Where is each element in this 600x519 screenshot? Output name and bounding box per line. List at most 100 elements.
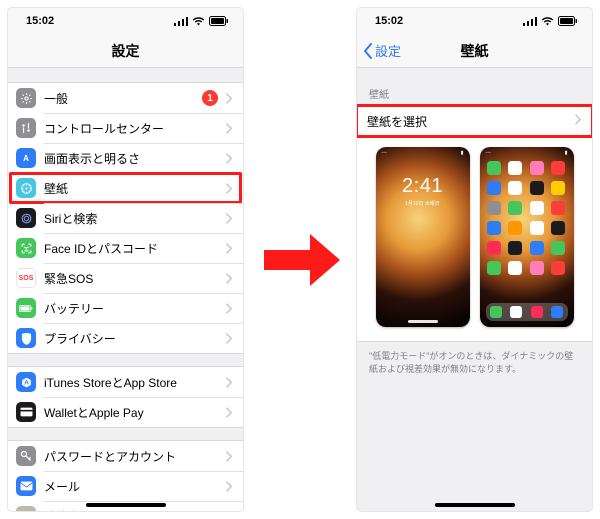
status-time: 15:02: [375, 15, 403, 27]
row-label: WalletとApple Pay: [44, 404, 226, 421]
svg-text:A: A: [24, 379, 29, 386]
home-indicator[interactable]: [86, 503, 166, 507]
app-icon: [508, 201, 522, 215]
signal-icon: [174, 17, 188, 26]
nav-bar: 設定 壁紙: [357, 34, 592, 68]
row-label: 緊急SOS: [44, 270, 226, 287]
choose-wallpaper-label: 壁紙を選択: [367, 113, 427, 130]
row-label: バッテリー: [44, 300, 226, 317]
settings-row-wallet[interactable]: WalletとApple Pay: [8, 397, 243, 427]
settings-group-1: 一般1 コントロールセンター A 画面表示と明るさ壁紙 Siriと検索 Face IDとパ…: [8, 82, 243, 354]
row-label: メール: [44, 478, 226, 495]
row-label: Siriと検索: [44, 210, 226, 227]
row-label: コントロールセンター: [44, 120, 226, 137]
status-icons: [174, 16, 229, 26]
row-label: 連絡先: [44, 508, 226, 512]
app-icon: [508, 261, 522, 275]
chevron-right-icon: [226, 273, 233, 284]
settings-row-display[interactable]: A 画面表示と明るさ: [8, 143, 243, 173]
itunes-icon: A: [16, 372, 36, 392]
wallet-icon: [16, 402, 36, 422]
svg-text:A: A: [23, 154, 29, 163]
battery-icon: [209, 16, 229, 26]
chevron-right-icon: [226, 451, 233, 462]
battery-icon: [558, 16, 578, 26]
settings-row-passwords[interactable]: パスワードとアカウント: [8, 441, 243, 471]
back-label: 設定: [375, 41, 401, 60]
status-bar: 15:02: [357, 8, 592, 34]
chevron-right-icon: [226, 153, 233, 164]
row-label: 壁紙: [44, 180, 226, 197]
row-label: プライバシー: [44, 330, 226, 347]
contacts-icon: [16, 506, 36, 511]
wallpaper-scroll[interactable]: 壁紙 壁紙を選択 ◦◦◦▮ 2:41 1月10日 木曜日 ◦◦◦▮ "低電力モー…: [357, 68, 592, 511]
app-icon: [530, 181, 544, 195]
app-icon: [551, 241, 565, 255]
row-label: 一般: [44, 90, 202, 107]
chevron-right-icon: [226, 377, 233, 388]
nav-bar: 設定: [8, 34, 243, 68]
settings-row-general[interactable]: 一般1: [8, 83, 243, 113]
dock-app-icon: [551, 306, 563, 318]
wifi-icon: [541, 17, 554, 26]
chevron-right-icon: [226, 183, 233, 194]
app-icon: [551, 221, 565, 235]
app-icon: [551, 201, 565, 215]
footnote: "低電力モード"がオンのときは、ダイナミックの壁紙および視差効果が無効になります…: [357, 342, 592, 375]
status-time: 15:02: [26, 15, 54, 27]
settings-row-control-center[interactable]: コントロールセンター: [8, 113, 243, 143]
faceid-icon: [16, 238, 36, 258]
signal-icon: [523, 17, 537, 26]
section-label: 壁紙: [357, 68, 592, 105]
display-icon: A: [16, 148, 36, 168]
chevron-right-icon: [226, 123, 233, 134]
phone-wallpaper: 15:02 設定 壁紙 壁紙 壁紙を選択 ◦◦◦▮ 2:41 1月10日 木曜日: [357, 8, 592, 511]
privacy-icon: [16, 328, 36, 348]
row-label: 画面表示と明るさ: [44, 150, 226, 167]
lock-time: 2:41: [376, 175, 470, 198]
choose-wallpaper-row[interactable]: 壁紙を選択: [357, 105, 592, 137]
nav-title: 壁紙: [461, 41, 489, 61]
settings-row-privacy[interactable]: プライバシー: [8, 323, 243, 353]
app-icon: [487, 181, 501, 195]
settings-row-faceid[interactable]: Face IDとパスコード: [8, 233, 243, 263]
wallpaper-previews: ◦◦◦▮ 2:41 1月10日 木曜日 ◦◦◦▮: [357, 137, 592, 342]
home-indicator[interactable]: [435, 503, 515, 507]
app-icon: [551, 261, 565, 275]
app-icon: [487, 201, 501, 215]
app-icon: [487, 221, 501, 235]
phone-settings: 15:02 設定 一般1 コントロールセンター A 画面表示と明るさ壁紙 Siriと検索…: [8, 8, 243, 511]
lockscreen-preview[interactable]: ◦◦◦▮ 2:41 1月10日 木曜日: [376, 147, 470, 327]
back-button[interactable]: 設定: [363, 34, 401, 67]
wallpaper-icon: [16, 178, 36, 198]
chevron-right-icon: [226, 333, 233, 344]
chevron-right-icon: [575, 114, 582, 128]
lock-date: 1月10日 木曜日: [376, 200, 470, 207]
app-icon: [508, 181, 522, 195]
settings-row-battery[interactable]: バッテリー: [8, 293, 243, 323]
control-center-icon: [16, 118, 36, 138]
row-label: Face IDとパスコード: [44, 240, 226, 257]
siri-icon: [16, 208, 36, 228]
settings-row-siri[interactable]: Siriと検索: [8, 203, 243, 233]
arrow-icon: [262, 230, 342, 290]
settings-row-itunes[interactable]: AiTunes StoreとApp Store: [8, 367, 243, 397]
settings-row-wallpaper[interactable]: 壁紙: [8, 173, 243, 203]
settings-row-mail[interactable]: メール: [8, 471, 243, 501]
app-icon: [487, 241, 501, 255]
badge: 1: [202, 90, 218, 106]
app-icon: [530, 201, 544, 215]
app-icon: [508, 161, 522, 175]
settings-scroll[interactable]: 一般1 コントロールセンター A 画面表示と明るさ壁紙 Siriと検索 Face IDとパ…: [8, 68, 243, 511]
dock-app-icon: [510, 306, 522, 318]
settings-group-2: AiTunes StoreとApp Store WalletとApple Pay: [8, 366, 243, 428]
settings-group-3: パスワードとアカウントメール連絡先: [8, 440, 243, 511]
settings-row-sos[interactable]: SOS緊急SOS: [8, 263, 243, 293]
chevron-right-icon: [226, 511, 233, 512]
row-label: パスワードとアカウント: [44, 448, 226, 465]
nav-title: 設定: [112, 41, 140, 61]
app-icon: [551, 161, 565, 175]
app-icon: [487, 161, 501, 175]
homescreen-preview[interactable]: ◦◦◦▮: [480, 147, 574, 327]
status-bar: 15:02: [8, 8, 243, 34]
